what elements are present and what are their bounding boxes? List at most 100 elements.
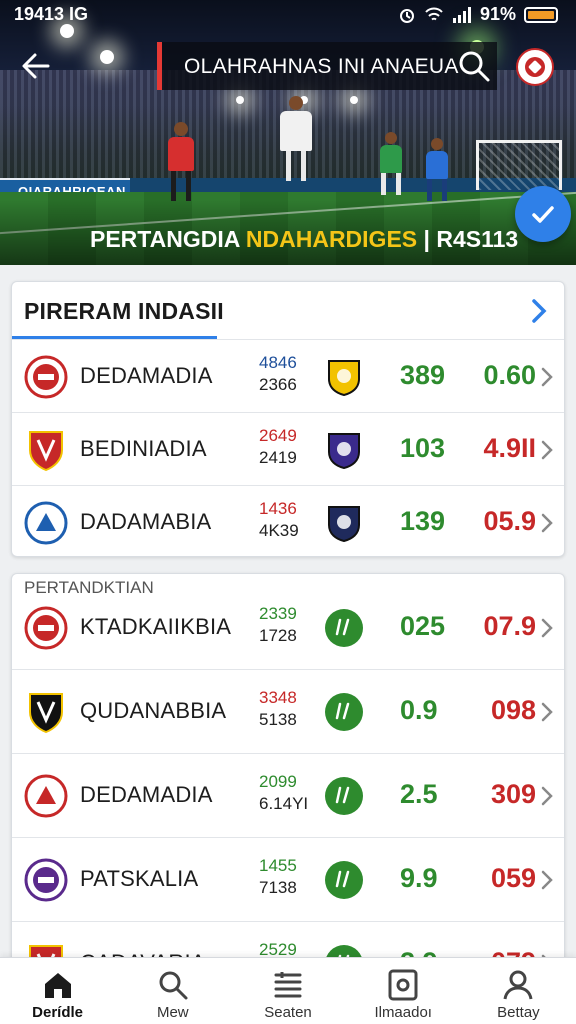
stat-bottom: 2419 [259, 447, 297, 467]
team-crest-icon [24, 690, 68, 734]
odds-value-away[interactable]: 059 [474, 863, 536, 894]
nav-label: Bettay [497, 1004, 540, 1021]
opponent-logo-icon [324, 357, 364, 397]
floodlight [100, 50, 114, 64]
nav-item-profile[interactable]: Bettay [461, 958, 576, 1024]
team-crest-icon [24, 858, 68, 902]
chevron-right-icon[interactable] [540, 617, 554, 639]
nav-label: Seaten [264, 1004, 312, 1021]
stat-top: 1436 [259, 498, 297, 518]
nav-item-list[interactable]: Seaten [230, 958, 345, 1024]
stat-top: 4846 [259, 352, 297, 372]
battery-percent: 91% [479, 4, 516, 24]
back-button[interactable] [18, 48, 54, 84]
goal-net [476, 140, 562, 190]
team-name: BEDINIADIA [80, 435, 207, 461]
caption-suffix: | R4S113 [423, 226, 519, 252]
chevron-right-icon[interactable] [528, 296, 550, 326]
opponent-logo-icon [324, 430, 364, 470]
nav-item-search[interactable]: Mew [115, 958, 230, 1024]
odds-value-home[interactable]: 103 [400, 433, 445, 464]
player-figure [280, 96, 312, 181]
stat-bottom: 5138 [259, 710, 297, 729]
chevron-right-icon[interactable] [540, 439, 554, 461]
floodlight [350, 96, 358, 104]
card-title: PIRERAM INDASII [24, 298, 224, 324]
nav-label: Mew [156, 1004, 189, 1021]
nav-item-home[interactable]: Derídle [0, 958, 115, 1024]
team-name: DEDAMADIA [80, 782, 213, 807]
opponent-logo-icon [324, 503, 364, 543]
odds-value-away[interactable]: 098 [474, 695, 536, 726]
stat-bottom: 4K39 [259, 520, 299, 540]
chevron-right-icon[interactable] [540, 701, 554, 723]
opponent-logo-icon [324, 776, 364, 816]
list-icon [274, 972, 302, 998]
search-button[interactable] [456, 48, 492, 84]
card-header[interactable]: PIRERAM INDASII [12, 282, 564, 340]
odds-value-away[interactable]: 05.9 [474, 506, 536, 537]
player-figure [426, 138, 448, 201]
odds-value-home[interactable]: 139 [400, 506, 445, 537]
list-item[interactable]: DEDAMADIA 4846 2366 389 0.60 [12, 340, 564, 413]
nav-label: Derídle [32, 1004, 84, 1021]
odds-value-home[interactable]: 9.9 [400, 863, 438, 894]
opponent-logo-icon [324, 860, 364, 900]
list-item[interactable]: PATSKALIA 1455 7138 9.9 059 [12, 838, 564, 922]
chevron-right-icon[interactable] [540, 366, 554, 388]
check-icon [532, 206, 554, 223]
hero-caption: PERTANGDIA NDAHARDIGES | R4S113 [90, 226, 518, 253]
team-name: QUDANABBIA [80, 698, 227, 723]
team-name: KTADKAIIKBIA [80, 614, 232, 639]
chevron-right-icon[interactable] [540, 869, 554, 891]
club-badge-button[interactable] [516, 48, 554, 86]
caption-highlight: NDAHARDIGES [245, 226, 418, 252]
team-crest-icon [24, 606, 68, 650]
bottom-nav: Derídle Mew Seaten Ilmaadoı Bettay [0, 957, 576, 1024]
matches-card: PERTANDKTIAN KTADKAIIKBIA 2339 1728 025 07.9… [11, 573, 565, 973]
arrow-left-icon [22, 53, 50, 79]
odds-value-home[interactable]: 2.5 [400, 779, 438, 810]
list-item[interactable]: DEDAMADIA 2099 6.14YI 2.5 309 [12, 754, 564, 838]
team-name: DEDAMADIA [80, 362, 213, 388]
opponent-logo-icon [324, 608, 364, 648]
nav-item-media[interactable]: Ilmaadoı [346, 958, 461, 1024]
status-bar: 19413 IG 91% [0, 0, 576, 30]
team-name: PATSKALIA [80, 866, 199, 891]
chevron-right-icon[interactable] [540, 512, 554, 534]
chevron-right-icon[interactable] [540, 785, 554, 807]
odds-value-away[interactable]: 07.9 [474, 611, 536, 642]
stat-bottom: 6.14YI [259, 794, 309, 813]
alarm-icon [399, 8, 414, 23]
opponent-logo-icon [324, 692, 364, 732]
list-item[interactable]: BEDINIADIA 2649 2419 103 4.9II [12, 413, 564, 486]
team-name: DADAMABIA [80, 508, 212, 534]
nav-label: Ilmaadoı [374, 1004, 432, 1021]
stat-top: 3348 [259, 688, 297, 707]
stat-top: 2339 [259, 604, 297, 623]
odds-value-home[interactable]: 0.9 [400, 695, 438, 726]
page-title: OLAHRAHNAS INI ANAEUA [184, 55, 459, 78]
status-time: 19413 IG [14, 4, 89, 24]
floodlight [236, 96, 244, 104]
player-figure [380, 132, 402, 195]
list-item[interactable]: KTADKAIIKBIA 2339 1728 025 07.9 [12, 586, 564, 670]
media-icon [388, 969, 418, 1001]
stat-bottom: 2366 [259, 374, 297, 394]
stat-top: 2099 [259, 772, 297, 791]
search-icon [159, 971, 188, 1000]
title-underline [12, 336, 217, 339]
list-item[interactable]: DADAMABIA 1436 4K39 139 05.9 [12, 486, 564, 556]
team-crest-icon [24, 501, 68, 545]
caption-title: PERTANGDIA [90, 226, 240, 252]
odds-value-home[interactable]: 389 [400, 360, 445, 391]
signal-icon [452, 6, 471, 23]
player-figure [168, 122, 194, 201]
odds-value-away[interactable]: 309 [474, 779, 536, 810]
team-crest-icon [24, 774, 68, 818]
confirm-fab[interactable] [515, 186, 571, 242]
odds-value-away[interactable]: 4.9II [474, 433, 536, 464]
odds-value-away[interactable]: 0.60 [474, 360, 536, 391]
list-item[interactable]: QUDANABBIA 3348 5138 0.9 098 [12, 670, 564, 754]
odds-value-home[interactable]: 025 [400, 611, 445, 642]
